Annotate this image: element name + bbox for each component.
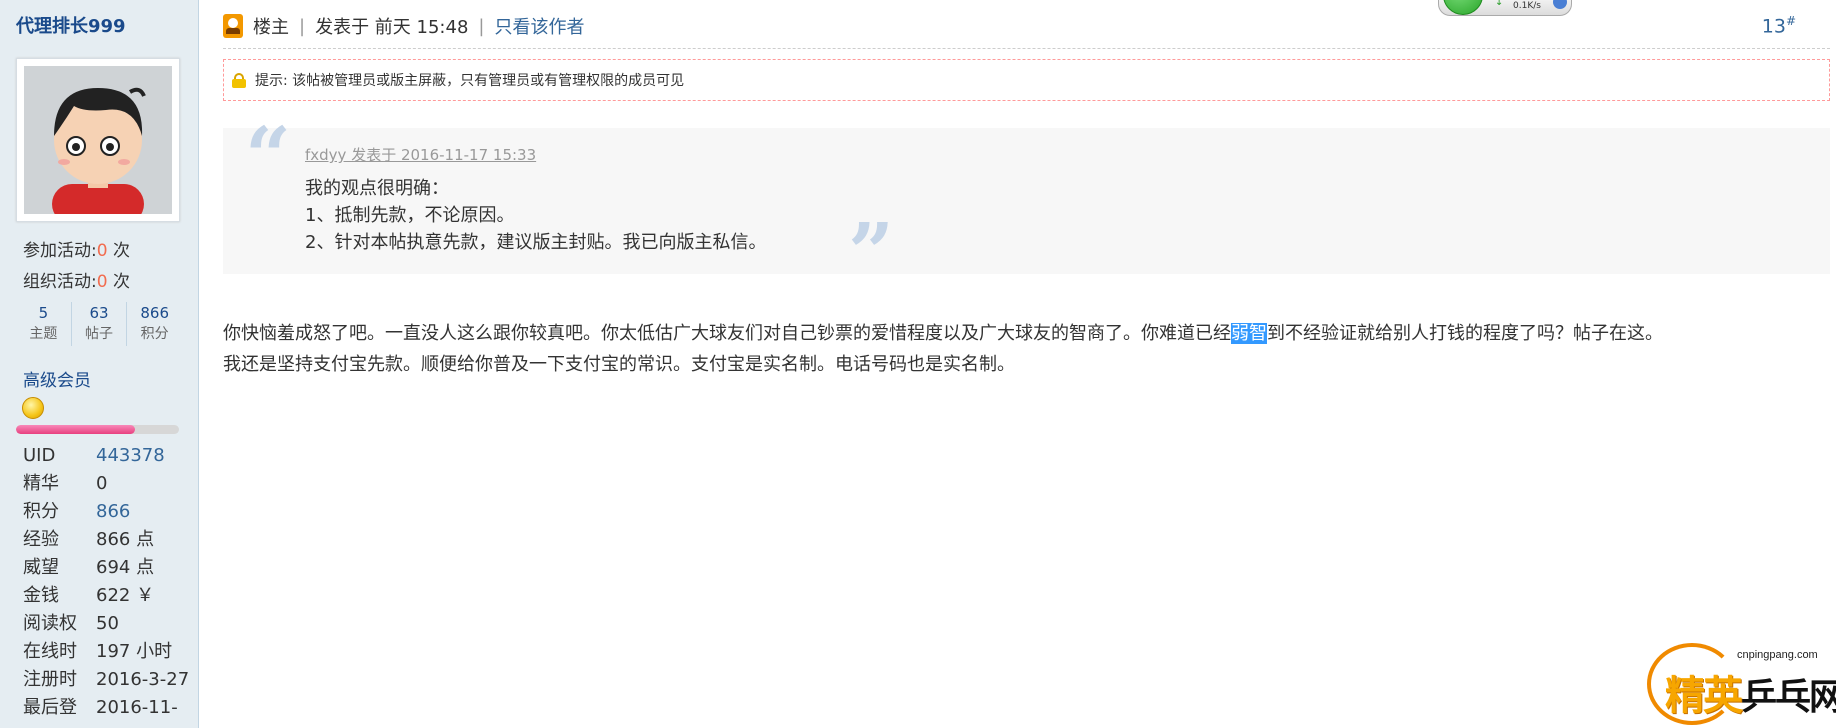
only-author-link[interactable]: 只看该作者 bbox=[494, 13, 584, 39]
info-value: 694 点 bbox=[96, 557, 155, 578]
activity-organize-stat: 组织活动:0 次 bbox=[23, 267, 130, 292]
post-timestamp: 发表于 前天 15:48 bbox=[315, 17, 469, 38]
activity-join-stat: 参加活动:0 次 bbox=[23, 236, 130, 261]
info-row-read-permission: 阅读权 50 bbox=[23, 610, 189, 638]
watermark-url: cnpingpang.com bbox=[1737, 649, 1818, 661]
brand-part-1: 精英 bbox=[1665, 673, 1743, 719]
info-key: 威望 bbox=[23, 557, 59, 578]
info-row-last-login: 最后登 2016-11- bbox=[23, 694, 189, 722]
activity-org-label: 组织活动: bbox=[23, 272, 97, 292]
quote-source-link[interactable]: fxdyy 发表于 2016-11-17 15:33 bbox=[305, 144, 536, 165]
user-info-table: UID 443378 精华 0 积分 866 经验 866 点 威望 694 点 金钱 62… bbox=[23, 442, 189, 722]
quote-line: 1、抵制先款，不论原因。 bbox=[305, 205, 515, 226]
count-credits-value[interactable]: 866 bbox=[127, 302, 182, 324]
info-key: 在线时 bbox=[23, 641, 77, 662]
info-row-register-date: 注册时 2016-3-27 bbox=[23, 666, 189, 694]
info-key: 经验 bbox=[23, 529, 59, 550]
post-counts: 5 主题 63 帖子 866 积分 bbox=[16, 302, 182, 346]
info-key: 积分 bbox=[23, 501, 59, 522]
count-posts[interactable]: 63 帖子 bbox=[72, 302, 128, 346]
close-quote-icon: ” bbox=[848, 205, 895, 299]
info-row-online-time: 在线时 197 小时 bbox=[23, 638, 189, 666]
thread-owner-icon bbox=[223, 14, 243, 38]
divider: | bbox=[478, 15, 485, 37]
quote-line: 我的观点很明确： bbox=[305, 178, 449, 199]
download-arrow-icon: ↓ bbox=[1495, 0, 1504, 8]
watermark-brand: 精英乒乓网 bbox=[1665, 663, 1836, 721]
info-key: 金钱 bbox=[23, 585, 59, 606]
floor-number: 13 bbox=[1761, 15, 1786, 38]
info-row-money: 金钱 622 ￥ bbox=[23, 582, 189, 610]
info-value: 2016-3-27 bbox=[96, 669, 190, 690]
selected-text: 弱智 bbox=[1231, 323, 1267, 344]
info-key: 精华 bbox=[23, 473, 59, 494]
open-quote-icon: “ bbox=[245, 109, 292, 203]
avatar-image bbox=[24, 66, 172, 214]
uid-link[interactable]: 443378 bbox=[96, 445, 165, 466]
download-rate: 0.1K/s bbox=[1513, 1, 1541, 11]
post-header: 楼主 | 发表于 前天 15:48 | 只看该作者 bbox=[223, 12, 584, 40]
info-value: 0 bbox=[96, 473, 108, 494]
info-key: 注册时 bbox=[23, 669, 77, 690]
info-value: 50 bbox=[96, 613, 119, 634]
lock-icon bbox=[232, 72, 246, 88]
smiley-icon bbox=[22, 397, 44, 419]
site-watermark-logo: cnpingpang.com 精英乒乓网 bbox=[1645, 623, 1836, 725]
quote-block: “ fxdyy 发表于 2016-11-17 15:33 我的观点很明确： 1、… bbox=[223, 116, 1830, 292]
brand-part-2: 乒乓网 bbox=[1741, 677, 1836, 718]
avatar[interactable] bbox=[16, 58, 180, 222]
count-posts-label: 帖子 bbox=[85, 326, 113, 342]
user-group-link[interactable]: 高级会员 bbox=[23, 366, 91, 391]
info-row-uid: UID 443378 bbox=[23, 442, 189, 470]
moderation-notice: 提示: 该帖被管理员或版主屏蔽，只有管理员或有管理权限的成员可见 bbox=[223, 59, 1830, 101]
info-value: 2016-11- bbox=[96, 697, 178, 718]
activity-join-label: 参加活动: bbox=[23, 241, 97, 261]
reply-text: 你快恼羞成怒了吧。一直没人这么跟你较真吧。你太低估广大球友们对自己钞票的爱惜程度… bbox=[223, 323, 1231, 344]
reply-line: 你快恼羞成怒了吧。一直没人这么跟你较真吧。你太低估广大球友们对自己钞票的爱惜程度… bbox=[223, 318, 1830, 349]
network-speed-widget[interactable]: ↓ 0.1K/s bbox=[1438, 0, 1572, 16]
notice-text: 提示: 该帖被管理员或版主屏蔽，只有管理员或有管理权限的成员可见 bbox=[255, 73, 685, 89]
info-key: UID bbox=[23, 445, 56, 466]
info-row-credits: 积分 866 bbox=[23, 498, 189, 526]
floor-number-link[interactable]: 13# bbox=[1762, 14, 1796, 37]
speed-ball-icon bbox=[1443, 0, 1483, 15]
activity-join-count[interactable]: 0 bbox=[97, 241, 108, 261]
count-threads-label: 主题 bbox=[29, 326, 58, 342]
owner-label: 楼主 bbox=[253, 17, 289, 38]
level-progress-bar bbox=[16, 425, 179, 434]
count-credits[interactable]: 866 积分 bbox=[127, 302, 182, 346]
level-progress-fill bbox=[16, 425, 135, 434]
floor-suffix: # bbox=[1785, 14, 1796, 28]
info-row-prestige: 威望 694 点 bbox=[23, 554, 189, 582]
author-sidebar: 代理排长999 参加活动:0 次 组织活动:0 次 5 主题 63 帖子 866… bbox=[0, 0, 199, 728]
reply-text: 到不经验证就给别人打钱的程度了吗？帖子在这。 bbox=[1267, 323, 1663, 344]
status-dot-icon bbox=[1553, 0, 1567, 9]
post-main: 楼主 | 发表于 前天 15:48 | 只看该作者 13# 提示: 该帖被管理员… bbox=[200, 0, 1836, 728]
activity-org-count[interactable]: 0 bbox=[97, 272, 108, 292]
info-row-experience: 经验 866 点 bbox=[23, 526, 189, 554]
quote-line: 2、针对本帖执意先款，建议版主封贴。我已向版主私信。 bbox=[305, 232, 767, 253]
reply-body[interactable]: 你快恼羞成怒了吧。一直没人这么跟你较真吧。你太低估广大球友们对自己钞票的爱惜程度… bbox=[223, 318, 1830, 380]
divider: | bbox=[299, 15, 306, 37]
header-divider bbox=[223, 48, 1830, 49]
count-threads-value[interactable]: 5 bbox=[16, 302, 71, 324]
reply-line: 我还是坚持支付宝先款。顺便给你普及一下支付宝的常识。支付宝是实名制。电话号码也是… bbox=[223, 354, 1015, 375]
info-value: 197 小时 bbox=[96, 641, 173, 662]
activity-join-unit: 次 bbox=[107, 241, 130, 261]
info-key: 阅读权 bbox=[23, 613, 77, 634]
info-value: 866 点 bbox=[96, 529, 155, 550]
credits-link[interactable]: 866 bbox=[96, 501, 130, 522]
count-threads[interactable]: 5 主题 bbox=[16, 302, 72, 346]
count-credits-label: 积分 bbox=[140, 326, 169, 342]
info-value: 622 ￥ bbox=[96, 585, 155, 606]
info-row-digest: 精华 0 bbox=[23, 470, 189, 498]
count-posts-value[interactable]: 63 bbox=[72, 302, 127, 324]
info-key: 最后登 bbox=[23, 697, 77, 718]
activity-org-unit: 次 bbox=[107, 272, 130, 292]
author-username[interactable]: 代理排长999 bbox=[16, 12, 126, 38]
